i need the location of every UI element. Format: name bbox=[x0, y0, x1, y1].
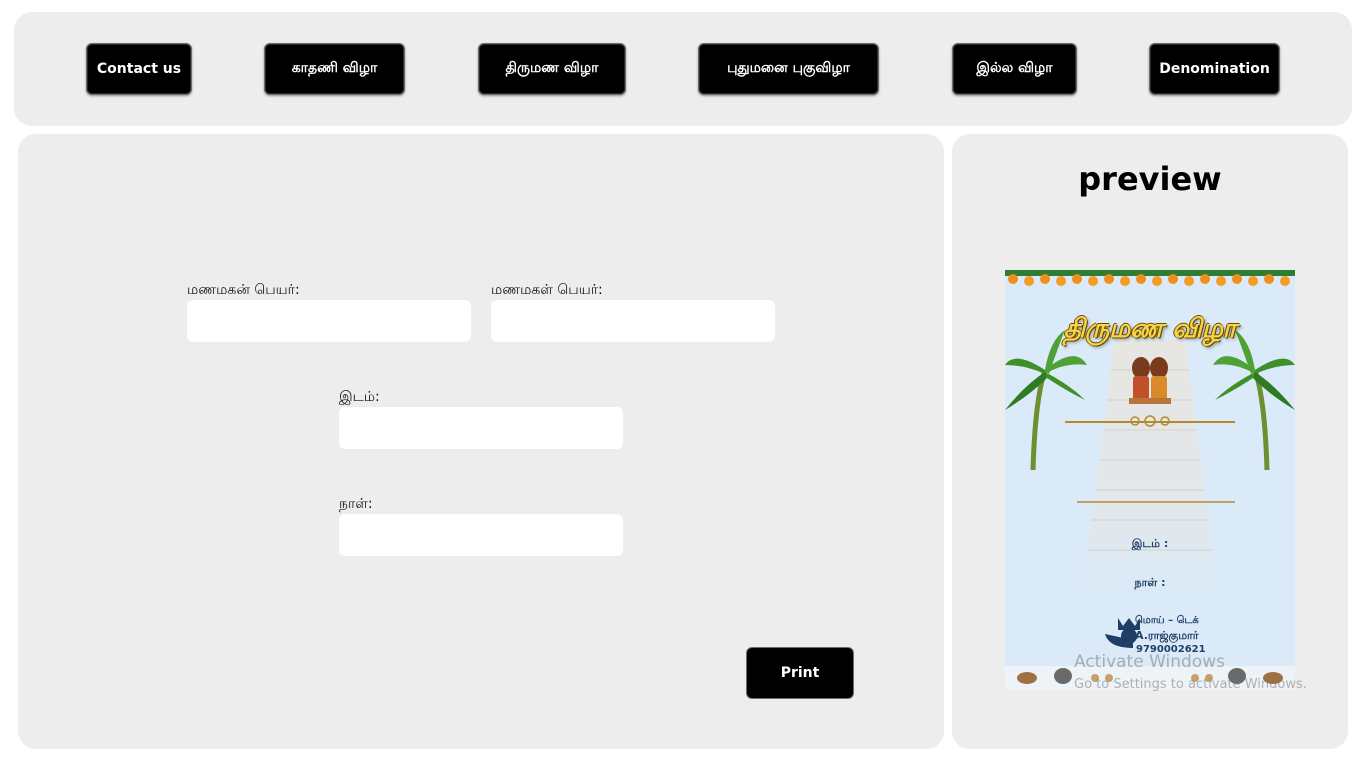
card-owner-text: A.ராஜ்குமார் bbox=[1135, 629, 1199, 642]
banana-tree-right bbox=[1213, 330, 1295, 471]
card-brand-text: மொய் – டெக் bbox=[1135, 615, 1199, 626]
place-input[interactable] bbox=[339, 407, 623, 449]
thirumana-vizha-button[interactable]: திருமண விழா bbox=[478, 43, 626, 95]
print-button[interactable]: Print bbox=[746, 647, 854, 699]
preview-panel: preview திருமண விழா இடம்: நாள்: மொய் –… bbox=[952, 134, 1348, 749]
card-heading: திருமண விழா bbox=[1063, 314, 1237, 344]
contact-us-button[interactable]: Contact us bbox=[86, 43, 192, 95]
form-panel: மணமகன் பெயர்: மணமகள் பெயர்: இடம்: நாள்: … bbox=[18, 134, 944, 749]
date-label: நாள்: bbox=[339, 496, 373, 512]
bride-name-label: மணமகள் பெயர்: bbox=[491, 282, 603, 298]
preview-title: preview bbox=[1078, 160, 1222, 198]
denomination-button[interactable]: Denomination bbox=[1149, 43, 1280, 95]
card-phone-text: 9790002621 bbox=[1136, 644, 1206, 655]
card-date-text: நாள் : bbox=[1134, 576, 1166, 589]
card-place-text: இடம் : bbox=[1131, 537, 1169, 550]
bride-name-input[interactable] bbox=[491, 300, 775, 342]
place-label: இடம்: bbox=[339, 389, 380, 405]
puthumanai-pugu-vizha-button[interactable]: புதுமனை புகுவிழா bbox=[698, 43, 879, 95]
groom-name-label: மணமகன் பெயர்: bbox=[187, 282, 300, 298]
date-input[interactable] bbox=[339, 514, 623, 556]
banana-tree-left bbox=[1005, 330, 1087, 471]
procession-strip bbox=[1005, 666, 1295, 690]
invitation-card-preview: திருமண விழா இடம் : நாள் : மொய் – டெக் A.… bbox=[1005, 270, 1295, 690]
garland-leaves bbox=[1005, 270, 1295, 276]
illa-vizha-button[interactable]: இல்ல விழா bbox=[952, 43, 1077, 95]
top-nav-bar: Contact us காதணி விழா திருமண விழா புதுமன… bbox=[14, 12, 1352, 126]
groom-name-input[interactable] bbox=[187, 300, 471, 342]
kathani-vizha-button[interactable]: காதணி விழா bbox=[264, 43, 405, 95]
temple-gopuram bbox=[1080, 340, 1220, 610]
